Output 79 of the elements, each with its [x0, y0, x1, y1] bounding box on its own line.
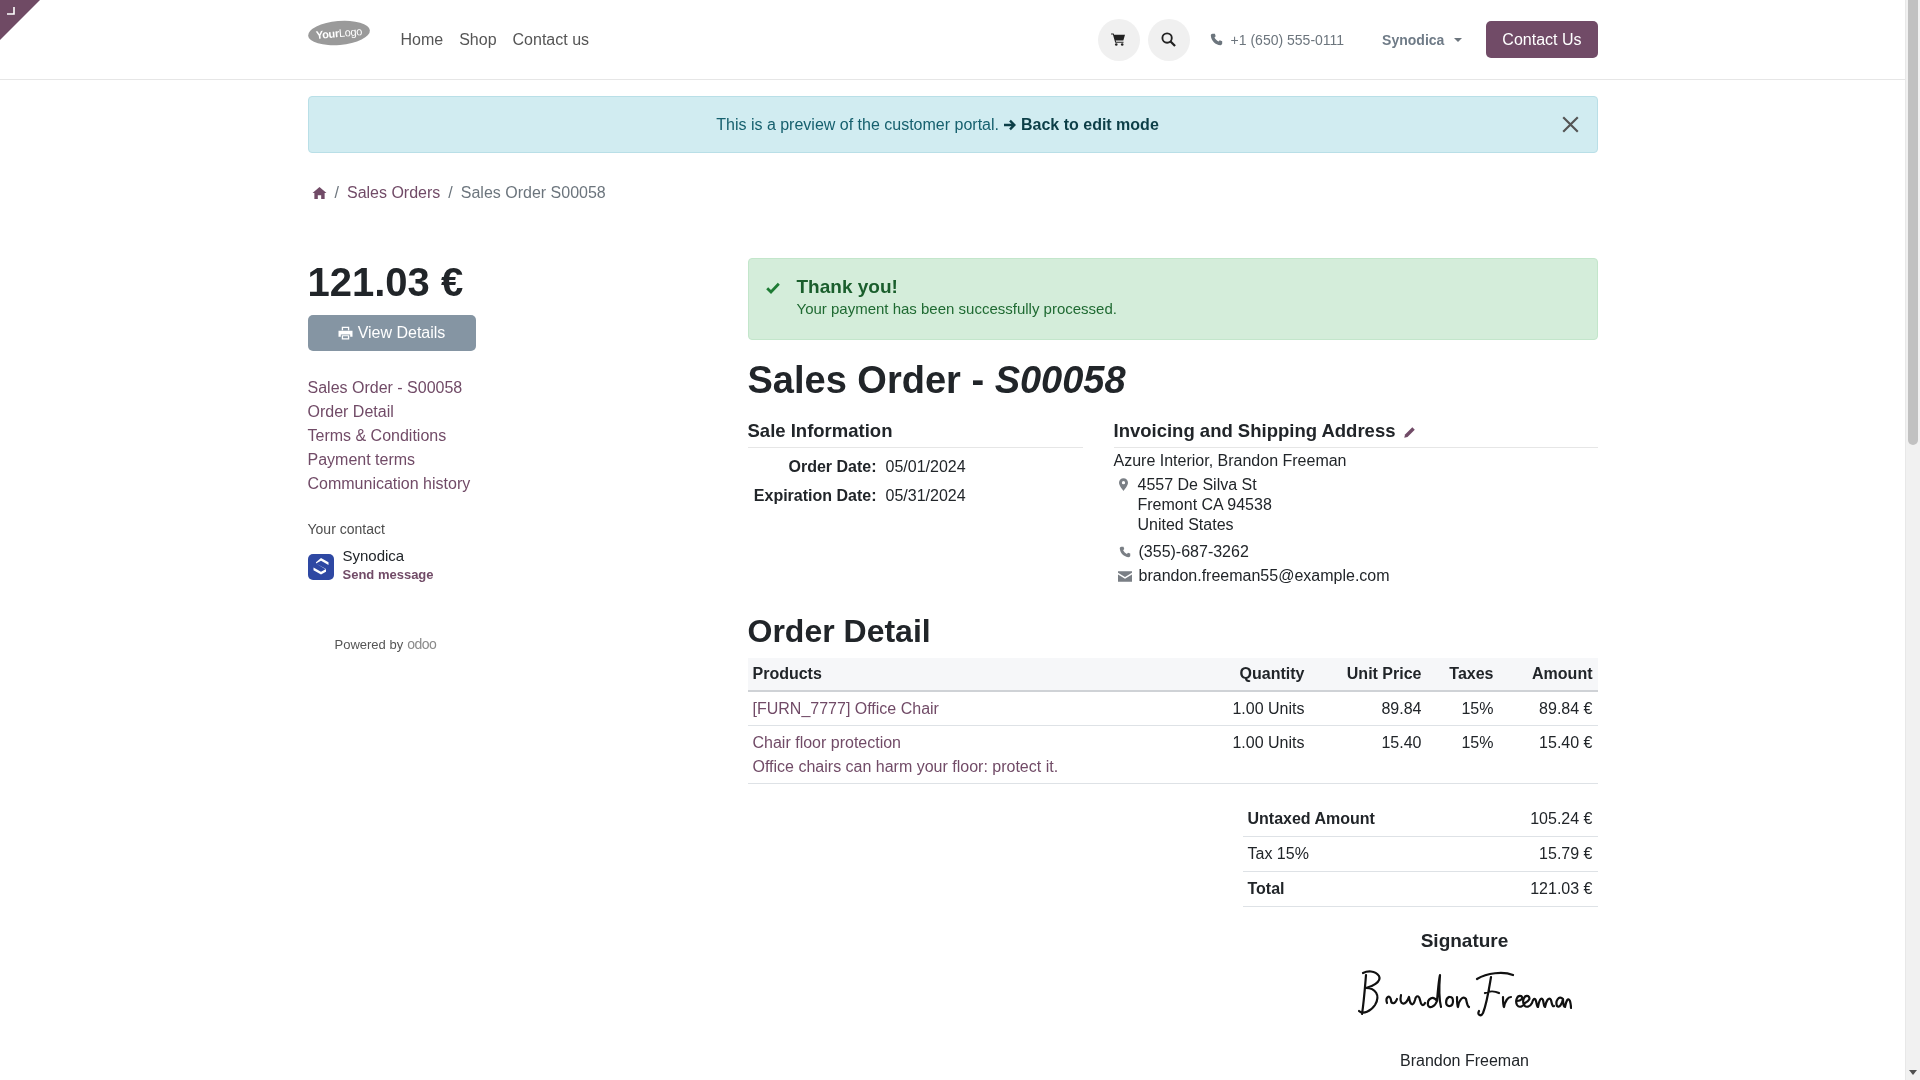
nav-link[interactable]: Shop	[451, 28, 505, 51]
contact-heading: Your contact	[307, 520, 385, 539]
powered-by-text: Powered by	[334, 636, 404, 654]
section-link[interactable]: Order Detail	[307, 400, 394, 424]
caret-icon	[1454, 37, 1463, 42]
contact-us-button[interactable]: Contact Us	[1486, 21, 1598, 58]
corner-ribbon-icon[interactable]	[0, 0, 40, 40]
product-link[interactable]: Chair floor protection	[752, 731, 901, 755]
contact-name: Synodica	[342, 546, 405, 566]
close-button[interactable]	[1561, 116, 1579, 133]
alert-text: This is a preview of the customer portal.	[716, 115, 999, 134]
breadcrumb-separator: /	[334, 184, 339, 202]
alert-message: Your payment has been successfully processed.	[796, 299, 1117, 319]
close-icon	[1561, 116, 1579, 133]
check-icon	[765, 282, 780, 294]
phone-icon	[1118, 546, 1131, 558]
total-value: 105.24 €	[1530, 809, 1593, 829]
total-amount: 121.03 €	[307, 259, 464, 306]
phone-number: (355)-687-3262	[1138, 542, 1249, 562]
brand-wordmark[interactable]: odoo	[407, 635, 437, 653]
table-cell-text: 15.40 €	[1538, 733, 1594, 753]
total-label: Untaxed Amount	[1247, 809, 1375, 829]
signature-heading: Signature	[1420, 929, 1509, 953]
section-link[interactable]: Terms & Conditions	[307, 424, 447, 448]
contact-avatar-icon	[307, 554, 334, 580]
section-title: Order Detail	[747, 612, 932, 650]
section-link[interactable]: Sales Order - S00058	[307, 376, 463, 400]
street-address: 4557 De Silva St Fremont CA 94538 United States	[1137, 475, 1272, 535]
home-icon[interactable]	[311, 186, 327, 200]
breadcrumb-item[interactable]: Sales Orders	[346, 184, 441, 202]
scroll-down-arrow-icon[interactable]	[1909, 1070, 1917, 1075]
column-header: Amount	[1531, 665, 1594, 683]
customer-name: Azure Interior, Brandon Freeman	[1113, 451, 1348, 471]
section-link[interactable]: Communication history	[307, 472, 471, 496]
table-cell-text: 15.40	[1380, 733, 1423, 753]
breadcrumb-separator: /	[448, 184, 453, 202]
search-icon	[1161, 32, 1177, 47]
envelope-icon	[1117, 571, 1132, 582]
document-title: Sales Order - S00058	[747, 358, 1127, 403]
column-header: Taxes	[1448, 665, 1495, 683]
email-address: brandon.freeman55@example.com	[1138, 566, 1390, 586]
column-header: Quantity	[1238, 665, 1306, 683]
field-value: 05/31/2024	[885, 486, 966, 506]
phone-link[interactable]: +1 (650) 555-0111	[1209, 31, 1345, 48]
field-value: 05/01/2024	[885, 457, 966, 477]
user-menu[interactable]: Synodica	[1374, 25, 1471, 54]
arrow-right-icon	[1004, 118, 1016, 131]
send-message-link[interactable]: Send message	[342, 566, 434, 584]
section-heading: Sale Information	[747, 419, 1083, 448]
table-cell-text: 15%	[1460, 733, 1495, 753]
column-header: Products	[751, 665, 823, 683]
back-to-edit-link[interactable]: Back to edit mode	[1004, 115, 1159, 134]
nav-link[interactable]: Home	[392, 28, 452, 51]
scrollbar-thumb[interactable]	[1908, 0, 1918, 445]
field-label: Expiration Date:	[753, 486, 877, 506]
cart-icon	[1111, 33, 1127, 46]
table-cell-text: 1.00 Units	[1231, 733, 1306, 753]
printer-icon	[337, 326, 353, 340]
column-header: Unit Price	[1345, 665, 1423, 683]
table-cell-text: 1.00 Units	[1231, 699, 1306, 719]
table-cell-text: 89.84 €	[1538, 699, 1594, 719]
pencil-icon[interactable]	[1403, 426, 1417, 439]
product-description: Office chairs can harm your floor: protect it.	[752, 757, 1059, 777]
total-value: 15.79 €	[1539, 844, 1593, 864]
map-marker-icon	[1118, 478, 1128, 491]
breadcrumb-item[interactable]: Sales Order S00058	[460, 184, 606, 202]
table-cell-text: 89.84	[1380, 699, 1423, 719]
total-label: Total	[1247, 879, 1285, 899]
table-cell-text: 15%	[1460, 699, 1495, 719]
section-link[interactable]: Payment terms	[307, 448, 416, 472]
total-label: Tax 15%	[1247, 844, 1309, 864]
product-link[interactable]: [FURN_7777] Office Chair	[752, 697, 939, 721]
section-heading: Invoicing and Shipping Address	[1113, 419, 1396, 443]
total-value: 121.03 €	[1530, 879, 1593, 899]
phone-icon	[1209, 33, 1223, 46]
alert-title: Thank you!	[796, 275, 898, 299]
signer-name: Brandon Freeman	[1400, 1051, 1529, 1071]
nav-link[interactable]: Contact us	[504, 28, 598, 51]
field-label: Order Date:	[788, 457, 877, 477]
